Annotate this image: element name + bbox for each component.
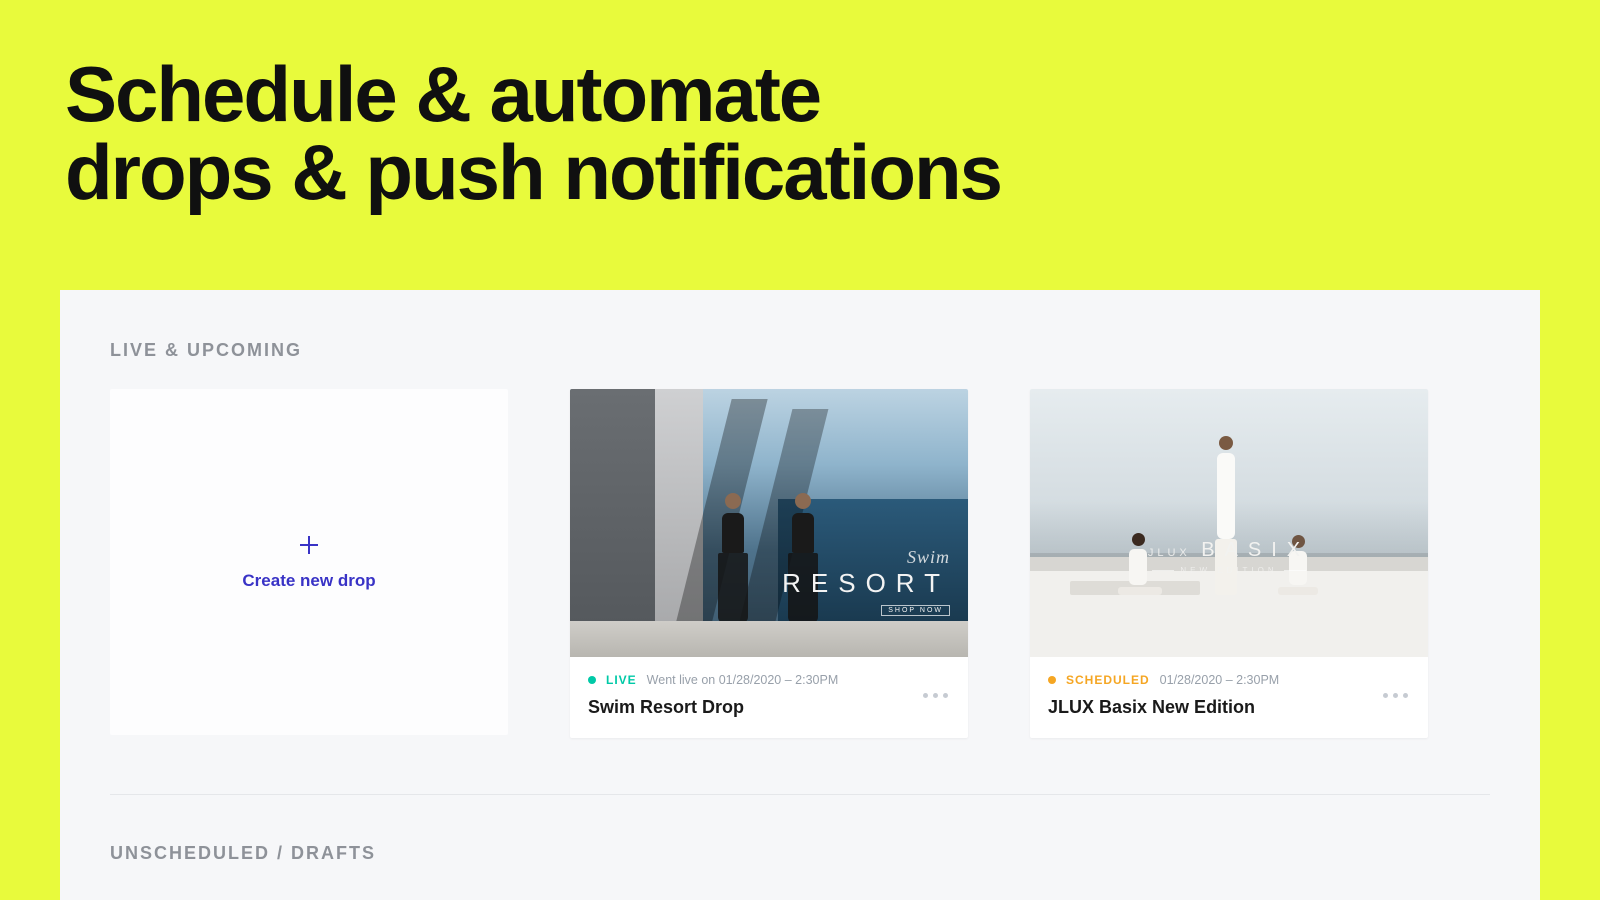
drops-panel: LIVE & UPCOMING Create new drop Swim (60, 290, 1540, 900)
status-timestamp: Went live on 01/28/2020 – 2:30PM (647, 673, 839, 687)
status-dot-icon (1048, 676, 1056, 684)
drop-card-jlux-basix[interactable]: JLUX BASIX NEW EDITION SCHEDULED 01/28/2… (1030, 389, 1428, 738)
create-new-drop-label: Create new drop (242, 571, 375, 591)
section-heading-drafts: UNSCHEDULED / DRAFTS (110, 843, 1490, 864)
section-divider (110, 794, 1490, 795)
drop-thumbnail: Swim RESORT SHOP NOW (570, 389, 968, 657)
drop-title: JLUX Basix New Edition (1048, 697, 1410, 718)
page-title: Schedule & automate drops & push notific… (65, 55, 1001, 211)
cards-row: Create new drop Swim RESORT SHOP NOW (110, 389, 1490, 738)
status-label: SCHEDULED (1066, 673, 1150, 687)
thumbnail-overlay-text: Swim RESORT SHOP NOW (782, 547, 950, 617)
plus-icon (297, 533, 321, 557)
status-dot-icon (588, 676, 596, 684)
more-options-button[interactable] (1377, 687, 1414, 704)
more-options-button[interactable] (917, 687, 954, 704)
drop-card-swim-resort[interactable]: Swim RESORT SHOP NOW LIVE Went live on 0… (570, 389, 968, 738)
create-new-drop-button[interactable]: Create new drop (110, 389, 508, 735)
dots-icon (1383, 693, 1388, 698)
dots-icon (923, 693, 928, 698)
page-title-line2: drops & push notifications (65, 128, 1001, 216)
thumbnail-overlay-text: JLUX BASIX NEW EDITION (1030, 539, 1428, 575)
status-label: LIVE (606, 673, 637, 687)
status-line: LIVE Went live on 01/28/2020 – 2:30PM (588, 673, 950, 687)
drop-title: Swim Resort Drop (588, 697, 950, 718)
status-timestamp: 01/28/2020 – 2:30PM (1160, 673, 1280, 687)
status-line: SCHEDULED 01/28/2020 – 2:30PM (1048, 673, 1410, 687)
drop-thumbnail: JLUX BASIX NEW EDITION (1030, 389, 1428, 657)
page-title-line1: Schedule & automate (65, 50, 820, 138)
section-heading-live-upcoming: LIVE & UPCOMING (110, 340, 1490, 361)
